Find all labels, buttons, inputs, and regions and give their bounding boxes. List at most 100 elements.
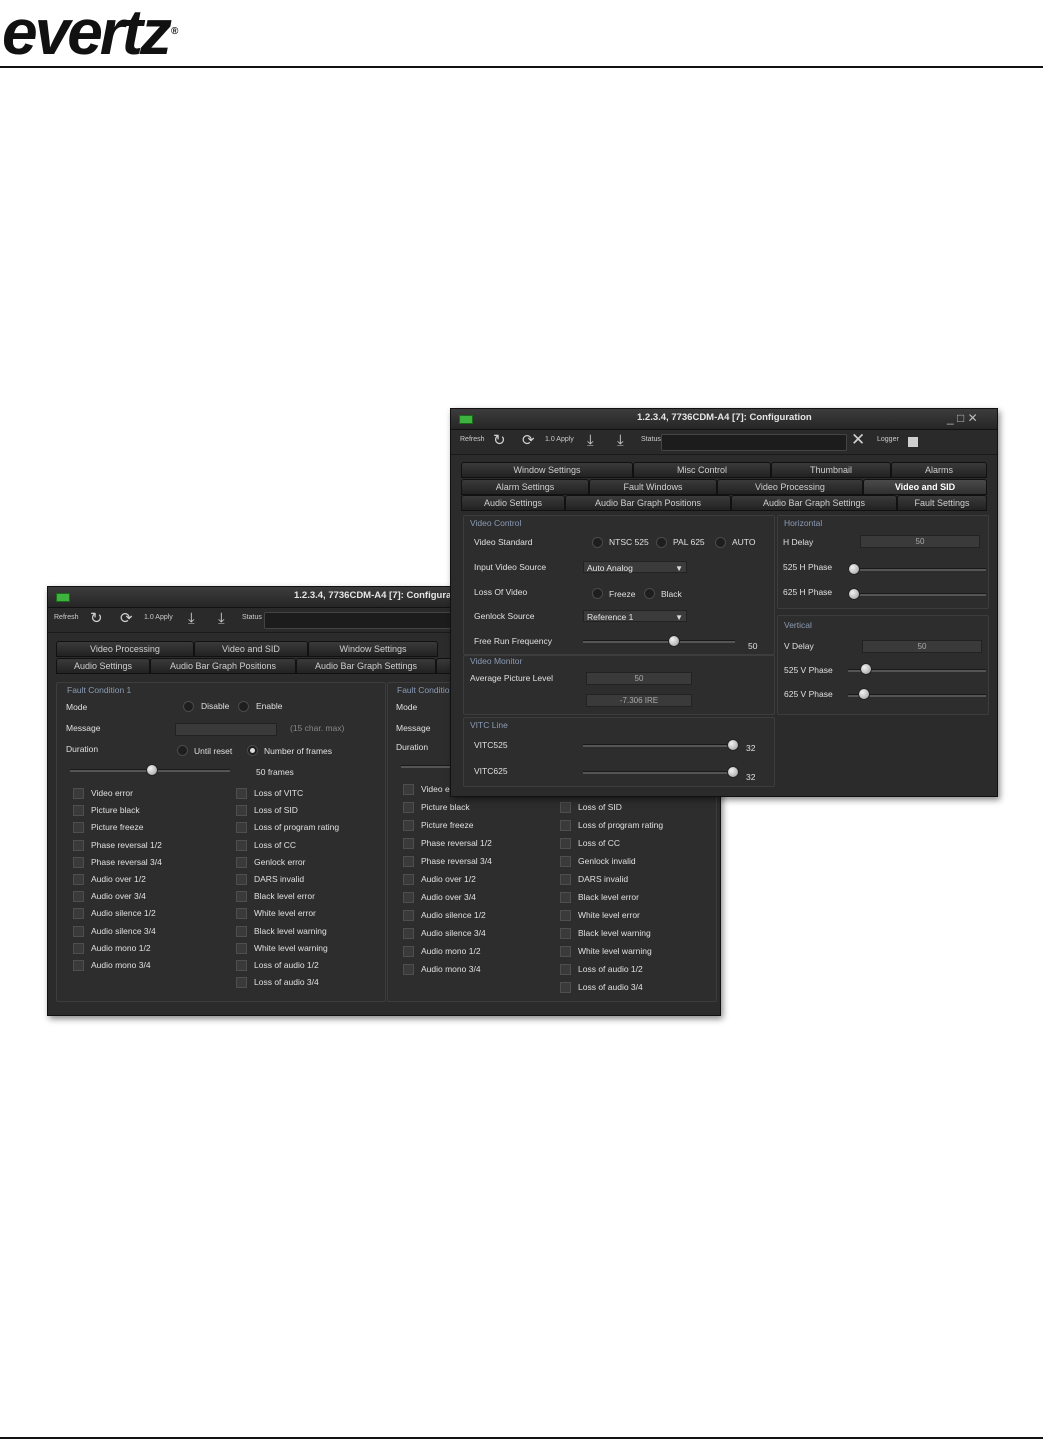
checkbox[interactable]: [560, 910, 571, 921]
checkbox[interactable]: [403, 928, 414, 939]
checkbox[interactable]: [403, 892, 414, 903]
625-v-phase-slider-knob[interactable]: [858, 688, 870, 700]
checkbox[interactable]: [403, 964, 414, 975]
checkbox[interactable]: [403, 856, 414, 867]
pal-625-radio[interactable]: [656, 537, 667, 548]
tab-audio-bar-graph-positions[interactable]: Audio Bar Graph Positions: [150, 658, 296, 674]
refresh-icon[interactable]: ↻: [90, 611, 103, 627]
checkbox[interactable]: [403, 838, 414, 849]
sync-icon[interactable]: ⟳: [120, 611, 133, 627]
tab-audio-bar-graph-positions[interactable]: Audio Bar Graph Positions: [565, 495, 731, 511]
checkbox[interactable]: [73, 960, 84, 971]
checkbox[interactable]: [236, 977, 247, 989]
tab-misc-control[interactable]: Misc Control: [633, 462, 771, 478]
v-delay-field[interactable]: 50: [862, 640, 982, 653]
checkbox[interactable]: [560, 964, 571, 975]
checkbox[interactable]: [560, 856, 571, 867]
checkbox[interactable]: [236, 908, 247, 920]
download-icon[interactable]: ⤓: [188, 611, 195, 627]
checkbox[interactable]: [73, 856, 84, 868]
tab-audio-bar-graph-settings[interactable]: Audio Bar Graph Settings: [296, 658, 436, 674]
vitc525-slider-track[interactable]: [583, 744, 739, 747]
tab-fault-settings[interactable]: Fault Settings: [897, 495, 987, 511]
checkbox[interactable]: [403, 820, 414, 831]
disable-radio[interactable]: [183, 701, 194, 712]
checkbox[interactable]: [403, 910, 414, 921]
525-v-phase-slider-knob[interactable]: [860, 663, 872, 675]
ntsc-525-radio[interactable]: [592, 537, 603, 548]
checkbox[interactable]: [73, 925, 84, 937]
download-all-icon[interactable]: ⤓: [617, 433, 624, 449]
h-delay-field[interactable]: 50: [860, 535, 980, 548]
checkbox[interactable]: [560, 802, 571, 813]
tab-audio-bar-graph-settings[interactable]: Audio Bar Graph Settings: [731, 495, 897, 511]
free-run-slider-track[interactable]: [583, 640, 735, 643]
checkbox[interactable]: [73, 822, 84, 834]
checkbox[interactable]: [403, 784, 414, 795]
checkbox[interactable]: [73, 839, 84, 851]
message-input[interactable]: [175, 723, 277, 736]
genlock-source-select[interactable]: Reference 1 ▼: [583, 610, 687, 622]
checkbox[interactable]: [73, 805, 84, 817]
logger-stop-icon[interactable]: [908, 437, 918, 447]
checkbox[interactable]: [560, 982, 571, 993]
checkbox[interactable]: [236, 942, 247, 954]
window-controls[interactable]: _ □ ✕: [947, 411, 978, 425]
input-video-source-select[interactable]: Auto Analog ▼: [583, 561, 687, 573]
525-h-phase-slider-track[interactable]: [848, 568, 986, 571]
checkbox[interactable]: [560, 874, 571, 885]
checkbox[interactable]: [236, 925, 247, 937]
checkbox[interactable]: [560, 892, 571, 903]
tab-video-processing[interactable]: Video Processing: [56, 641, 194, 657]
vitc625-slider-knob[interactable]: [727, 766, 739, 778]
tab-alarm-settings[interactable]: Alarm Settings: [461, 479, 589, 495]
download-all-icon[interactable]: ⤓: [218, 611, 225, 627]
checkbox[interactable]: [403, 874, 414, 885]
tab-alarms[interactable]: Alarms: [891, 462, 987, 478]
tab-video-processing[interactable]: Video Processing: [717, 479, 863, 495]
tab-audio-settings[interactable]: Audio Settings: [56, 658, 150, 674]
tab-audio-settings[interactable]: Audio Settings: [461, 495, 565, 511]
auto-radio[interactable]: [715, 537, 726, 548]
duration-slider-knob[interactable]: [146, 764, 158, 776]
checkbox[interactable]: [403, 946, 414, 957]
vitc625-slider-track[interactable]: [583, 771, 739, 774]
apply-button[interactable]: 1.0 Apply: [545, 436, 574, 443]
tab-thumbnail[interactable]: Thumbnail: [771, 462, 891, 478]
close-icon[interactable]: ✕: [851, 431, 865, 448]
checkbox[interactable]: [236, 805, 247, 817]
checkbox[interactable]: [560, 820, 571, 831]
refresh-icon[interactable]: ↻: [493, 433, 506, 449]
checkbox[interactable]: [560, 946, 571, 957]
checkbox[interactable]: [73, 788, 84, 799]
checkbox[interactable]: [73, 942, 84, 954]
download-icon[interactable]: ⤓: [587, 433, 594, 449]
vitc525-slider-knob[interactable]: [727, 739, 739, 751]
checkbox[interactable]: [236, 856, 247, 868]
checkbox[interactable]: [560, 838, 571, 849]
until-reset-radio[interactable]: [177, 745, 188, 756]
free-run-slider-knob[interactable]: [668, 635, 680, 647]
tab-video-and-sid[interactable]: Video and SID: [194, 641, 308, 657]
525-h-phase-slider-knob[interactable]: [848, 563, 860, 575]
checkbox[interactable]: [236, 960, 247, 971]
625-h-phase-slider-knob[interactable]: [848, 588, 860, 600]
tab-window-settings[interactable]: Window Settings: [461, 462, 633, 478]
number-of-frames-radio[interactable]: [247, 745, 258, 756]
checkbox[interactable]: [73, 891, 84, 903]
tab-fault-windows[interactable]: Fault Windows: [589, 479, 717, 495]
tab-window-settings[interactable]: Window Settings: [308, 641, 438, 657]
apply-button[interactable]: 1.0 Apply: [144, 614, 173, 621]
checkbox[interactable]: [403, 802, 414, 813]
freeze-radio[interactable]: [592, 588, 603, 599]
checkbox[interactable]: [236, 874, 247, 885]
checkbox[interactable]: [560, 928, 571, 939]
checkbox[interactable]: [236, 822, 247, 834]
sync-icon[interactable]: ⟳: [522, 433, 535, 449]
checkbox[interactable]: [73, 908, 84, 920]
625-h-phase-slider-track[interactable]: [848, 593, 986, 596]
checkbox[interactable]: [236, 788, 247, 799]
enable-radio[interactable]: [238, 701, 249, 712]
tab-video-and-sid[interactable]: Video and SID: [863, 479, 987, 495]
checkbox[interactable]: [236, 839, 247, 851]
